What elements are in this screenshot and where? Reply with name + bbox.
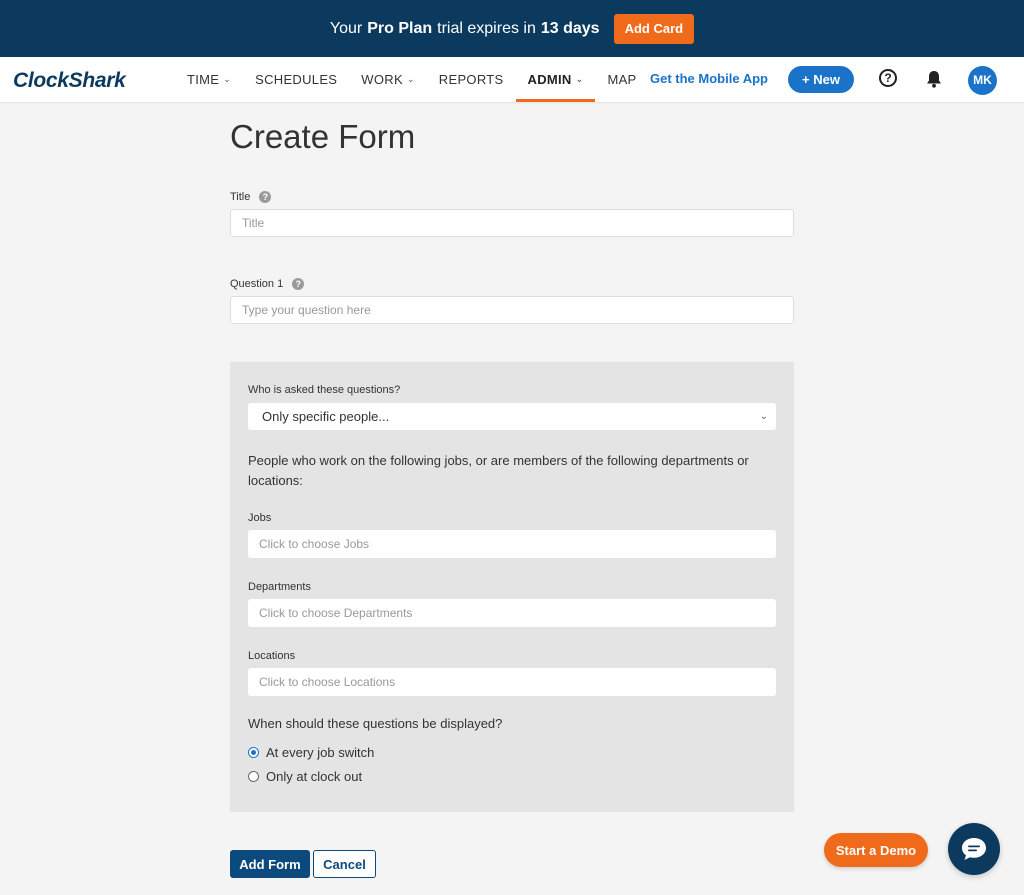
get-mobile-app-link[interactable]: Get the Mobile App (650, 71, 768, 86)
nav-item-schedules[interactable]: SCHEDULES (243, 57, 349, 102)
radio-button[interactable] (248, 771, 259, 782)
page-title: Create Form (230, 118, 416, 155)
start-demo-button[interactable]: Start a Demo (824, 833, 928, 867)
departments-label: Departments (248, 581, 311, 593)
user-avatar[interactable]: MK (968, 66, 997, 95)
nav-item-admin[interactable]: ADMIN ⌄ (515, 57, 596, 102)
add-form-button[interactable]: Add Form (230, 850, 310, 878)
nav-item-map[interactable]: MAP (595, 57, 648, 102)
radio-button[interactable] (248, 747, 259, 758)
nav-item-reports[interactable]: REPORTS (427, 57, 516, 102)
audience-select[interactable]: Only specific people... ⌄ (248, 403, 776, 430)
nav-item-time[interactable]: TIME ⌄ (175, 57, 243, 102)
display-question: When should these questions be displayed… (248, 716, 503, 731)
jobs-picker[interactable]: Click to choose Jobs (248, 530, 776, 558)
question-mark-icon[interactable]: ? (259, 191, 272, 203)
cancel-button[interactable]: Cancel (313, 850, 376, 878)
audience-label: Who is asked these questions? (248, 384, 401, 396)
add-card-button[interactable]: Add Card (613, 13, 695, 44)
title-input[interactable] (230, 209, 794, 237)
locations-label: Locations (248, 650, 296, 662)
radio-clock-out[interactable]: Only at clock out (248, 769, 362, 784)
bell-icon[interactable] (924, 69, 944, 89)
chevron-down-icon: ⌄ (575, 74, 584, 84)
radio-every-job-switch[interactable]: At every job switch (248, 745, 374, 760)
trial-banner: Your Pro Plan trial expires in 13 days A… (0, 0, 1024, 57)
question-input[interactable] (230, 296, 794, 324)
audience-description: People who work on the following jobs, o… (248, 453, 749, 488)
trial-message: Your Pro Plan trial expires in 13 days (329, 19, 600, 37)
new-button[interactable]: + New (788, 66, 854, 93)
title-label: Title ? (230, 191, 272, 203)
chevron-down-icon: ⌄ (759, 411, 768, 422)
jobs-label: Jobs (248, 512, 272, 524)
top-nav: ClockShark TIME ⌄ SCHEDULES WORK ⌄ REPORTS… (0, 57, 1024, 102)
chevron-down-icon: ⌄ (406, 74, 415, 84)
chat-bubble-icon (962, 838, 986, 860)
audience-panel: Who is asked these questions? Only speci… (230, 362, 794, 812)
help-circle-icon[interactable]: ? (879, 69, 897, 87)
chat-launcher[interactable] (948, 823, 1000, 875)
question-label: Question 1 ? (230, 278, 305, 290)
nav-item-work[interactable]: WORK ⌄ (349, 57, 427, 102)
clockshark-logo[interactable]: ClockShark (13, 69, 126, 93)
locations-picker[interactable]: Click to choose Locations (248, 668, 776, 696)
chevron-down-icon: ⌄ (223, 74, 232, 84)
main-menu: TIME ⌄ SCHEDULES WORK ⌄ REPORTS ADMIN ⌄ MAP (175, 57, 649, 102)
question-mark-icon[interactable]: ? (292, 278, 305, 290)
departments-picker[interactable]: Click to choose Departments (248, 599, 776, 627)
